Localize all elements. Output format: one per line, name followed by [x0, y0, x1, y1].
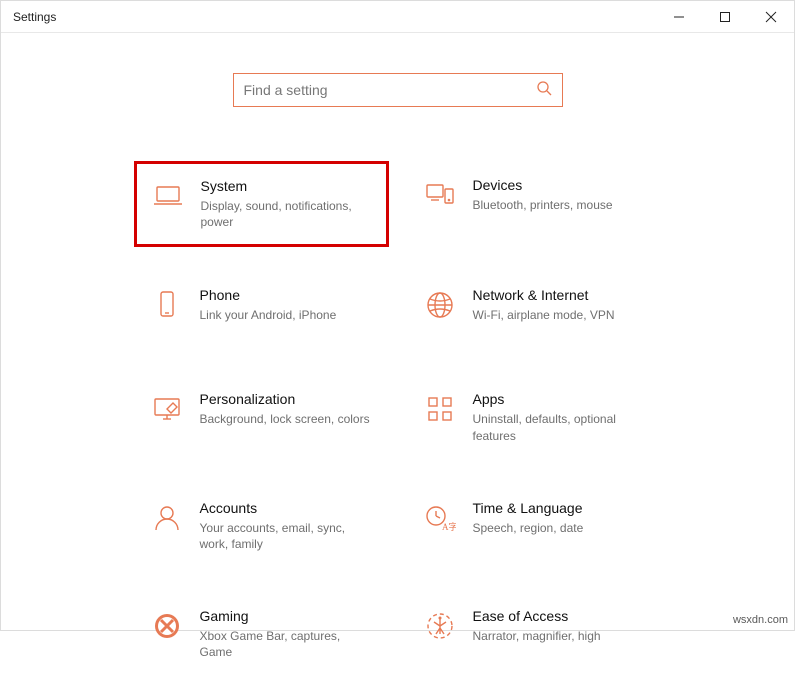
- card-title: Network & Internet: [473, 287, 646, 303]
- card-title: Personalization: [200, 391, 373, 407]
- card-description: Xbox Game Bar, captures, Game: [200, 628, 373, 660]
- globe-icon: [423, 287, 457, 321]
- phone-icon: [150, 287, 184, 321]
- card-title: Ease of Access: [473, 608, 646, 624]
- card-text: Personalization Background, lock screen, …: [200, 391, 373, 443]
- search-container: [1, 73, 794, 107]
- watermark: wsxdn.com: [733, 614, 788, 626]
- maximize-button[interactable]: [702, 1, 748, 33]
- settings-card-system[interactable]: System Display, sound, notifications, pow…: [134, 161, 389, 247]
- ease-icon: [423, 608, 457, 642]
- search-icon: [536, 80, 552, 101]
- card-title: Phone: [200, 287, 373, 303]
- settings-grid: System Display, sound, notifications, pow…: [1, 161, 794, 677]
- accounts-icon: [150, 500, 184, 534]
- card-description: Display, sound, notifications, power: [201, 198, 372, 230]
- laptop-icon: [151, 178, 185, 212]
- card-title: Devices: [473, 177, 646, 193]
- card-description: Link your Android, iPhone: [200, 307, 373, 323]
- content-area: System Display, sound, notifications, pow…: [1, 33, 794, 677]
- card-text: Apps Uninstall, defaults, optional featur…: [473, 391, 646, 443]
- card-description: Uninstall, defaults, optional features: [473, 411, 646, 443]
- card-title: Time & Language: [473, 500, 646, 516]
- settings-card-network-internet[interactable]: Network & Internet Wi-Fi, airplane mode, …: [407, 271, 662, 351]
- card-text: Phone Link your Android, iPhone: [200, 287, 373, 335]
- window-controls: [656, 1, 794, 32]
- titlebar: Settings: [1, 1, 794, 33]
- settings-card-accounts[interactable]: Accounts Your accounts, email, sync, work…: [134, 484, 389, 568]
- settings-card-apps[interactable]: Apps Uninstall, defaults, optional featur…: [407, 375, 662, 459]
- apps-icon: [423, 391, 457, 425]
- card-description: Wi-Fi, airplane mode, VPN: [473, 307, 646, 323]
- card-description: Background, lock screen, colors: [200, 411, 373, 427]
- settings-card-gaming[interactable]: Gaming Xbox Game Bar, captures, Game: [134, 592, 389, 676]
- card-description: Speech, region, date: [473, 520, 646, 536]
- card-text: Accounts Your accounts, email, sync, work…: [200, 500, 373, 552]
- close-button[interactable]: [748, 1, 794, 33]
- card-title: System: [201, 178, 372, 194]
- settings-card-devices[interactable]: Devices Bluetooth, printers, mouse: [407, 161, 662, 247]
- settings-card-time-language[interactable]: Time & Language Speech, region, date: [407, 484, 662, 568]
- card-title: Gaming: [200, 608, 373, 624]
- gaming-icon: [150, 608, 184, 642]
- settings-card-ease-of-access[interactable]: Ease of AccessNarrator, magnifier, high: [407, 592, 662, 676]
- card-text: Devices Bluetooth, printers, mouse: [473, 177, 646, 231]
- settings-card-personalization[interactable]: Personalization Background, lock screen, …: [134, 375, 389, 459]
- card-title: Accounts: [200, 500, 373, 516]
- time-language-icon: [423, 500, 457, 534]
- card-text: Network & Internet Wi-Fi, airplane mode, …: [473, 287, 646, 335]
- search-box[interactable]: [233, 73, 563, 107]
- card-title: Apps: [473, 391, 646, 407]
- settings-card-phone[interactable]: Phone Link your Android, iPhone: [134, 271, 389, 351]
- window-title: Settings: [13, 10, 56, 24]
- minimize-button[interactable]: [656, 1, 702, 33]
- card-text: Gaming Xbox Game Bar, captures, Game: [200, 608, 373, 660]
- card-description: Bluetooth, printers, mouse: [473, 197, 646, 213]
- search-input[interactable]: [244, 82, 536, 98]
- card-description: Your accounts, email, sync, work, family: [200, 520, 373, 552]
- personalize-icon: [150, 391, 184, 425]
- card-text: System Display, sound, notifications, pow…: [201, 178, 372, 230]
- devices-icon: [423, 177, 457, 211]
- card-text: Ease of AccessNarrator, magnifier, high: [473, 608, 646, 660]
- card-text: Time & Language Speech, region, date: [473, 500, 646, 552]
